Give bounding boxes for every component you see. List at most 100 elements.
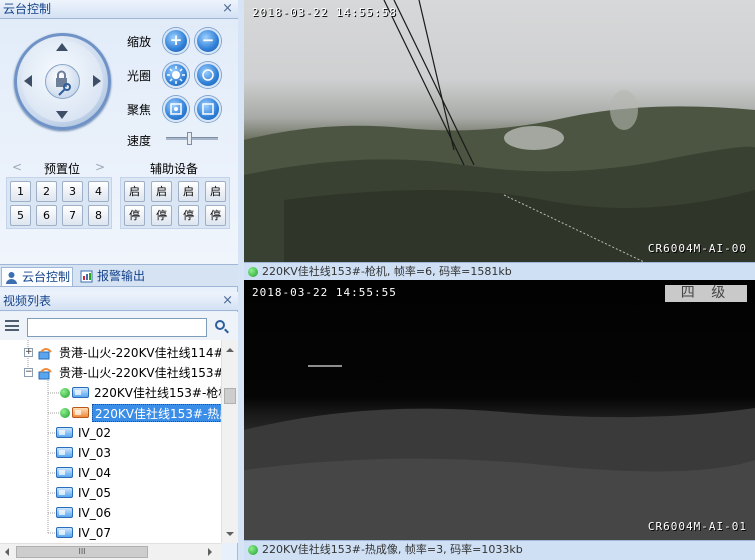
preset-button-area: 1 2 3 4 5 6 7 8 — [6, 177, 112, 229]
camera-icon — [56, 427, 73, 438]
expand-icon[interactable]: + — [24, 348, 33, 357]
preset-button-5[interactable]: 5 — [10, 205, 31, 226]
sun-small-icon — [202, 69, 214, 81]
collapse-icon[interactable]: − — [24, 368, 33, 377]
tree-camera-iv06[interactable]: IV_06 — [56, 503, 206, 523]
video-1-device-id: CR6004M-AI-00 — [647, 242, 747, 255]
camera-icon — [56, 447, 73, 458]
tree-group-label: 贵港-山火-220KV佳社线114# — [59, 346, 224, 360]
preset-button-4[interactable]: 4 — [88, 181, 109, 202]
video-1-timestamp: 2018-03-22 14:55:58 — [252, 6, 397, 19]
close-icon[interactable]: × — [222, 0, 233, 18]
zoom-out-button[interactable]: − — [195, 28, 221, 54]
search-icon[interactable] — [215, 320, 225, 330]
speed-label: 速度 — [127, 134, 152, 148]
menu-icon[interactable] — [5, 320, 19, 331]
aux-device-label: 辅助设备 — [150, 162, 199, 176]
tree-group-label: 贵港-山火-220KV佳社线153# — [59, 366, 224, 380]
tree-vertical-scrollbar[interactable] — [221, 340, 238, 543]
preset-label: 预置位 — [44, 162, 81, 176]
video-1-status-text: 220KV佳社线153#-枪机, 帧率=6, 码率=1581kb — [262, 265, 512, 278]
left-panel: 云台控制 × 缩放 + − 光圈 聚焦 速度 < 预置位 > 辅助设备 1 2 … — [0, 0, 238, 560]
camera-icon — [72, 387, 89, 398]
iris-close-button[interactable] — [195, 62, 221, 88]
tree-camera-iv04[interactable]: IV_04 — [56, 463, 206, 483]
video-feed-1 — [244, 0, 755, 262]
iris-open-button[interactable] — [163, 62, 189, 88]
scroll-up-arrow-icon[interactable] — [226, 348, 234, 352]
speed-slider-track[interactable] — [166, 137, 218, 140]
lock-key-icon[interactable] — [45, 64, 80, 99]
camera-icon — [56, 467, 73, 478]
preset-button-6[interactable]: 6 — [36, 205, 57, 226]
tree-camera-label: IV_05 — [78, 486, 112, 500]
pan-down-arrow-icon[interactable] — [56, 111, 68, 119]
tree-group-114[interactable]: + 贵港-山火-220KV佳社线114# — [24, 343, 224, 363]
search-input[interactable] — [27, 318, 207, 337]
focus-far-icon — [202, 103, 214, 115]
tree-camera-label: 220KV佳社线153#-枪机 — [94, 386, 231, 400]
speed-slider-thumb[interactable] — [187, 132, 192, 145]
ptz-panel-title: 云台控制 — [3, 2, 52, 16]
preset-next-button[interactable]: > — [95, 160, 105, 174]
tree-camera-iv02[interactable]: IV_02 — [56, 423, 206, 443]
aux-on-button-1[interactable]: 启 — [124, 181, 145, 202]
tree-horizontal-scrollbar[interactable]: III — [0, 543, 221, 560]
video-view-2[interactable]: 2018-03-22 14:55:55 四 级 CR6004M-AI-01 — [244, 280, 755, 540]
pan-left-arrow-icon[interactable] — [24, 75, 32, 87]
preset-button-1[interactable]: 1 — [10, 181, 31, 202]
tree-camera-thermal[interactable]: 220KV佳社线153#-热成 — [60, 403, 235, 423]
tab-alarm-output[interactable]: 报警输出 — [77, 267, 149, 286]
sun-large-icon — [167, 66, 185, 84]
horizontal-scroll-thumb[interactable]: III — [16, 546, 148, 558]
video-2-status-text: 220KV佳社线153#-热成像, 帧率=3, 码率=1033kb — [262, 543, 523, 556]
thermal-camera-icon — [72, 407, 89, 418]
focus-label: 聚焦 — [127, 103, 152, 117]
online-status-icon — [60, 388, 70, 398]
aux-on-button-4[interactable]: 启 — [205, 181, 226, 202]
aux-on-button-3[interactable]: 启 — [178, 181, 199, 202]
online-status-icon — [248, 545, 258, 555]
video-feed-2 — [244, 365, 755, 540]
alert-level-badge: 四 级 — [665, 285, 747, 302]
zoom-in-button[interactable]: + — [163, 28, 189, 54]
preset-prev-button[interactable]: < — [12, 160, 22, 174]
preset-button-8[interactable]: 8 — [88, 205, 109, 226]
tree-camera-label-selected: 220KV佳社线153#-热成 — [92, 404, 235, 422]
video-tree: + 贵港-山火-220KV佳社线114# − 贵港-山火-220KV佳社线153… — [0, 340, 238, 543]
aux-off-button-2[interactable]: 停 — [151, 205, 172, 226]
video-list-header: 视频列表 × — [0, 292, 238, 311]
direction-pad[interactable] — [14, 33, 111, 130]
video-view-1[interactable]: 2018-03-22 14:55:58 CR6004M-AI-00 — [244, 0, 755, 262]
scroll-right-arrow-icon[interactable] — [208, 548, 212, 556]
aux-on-button-2[interactable]: 启 — [151, 181, 172, 202]
focus-far-button[interactable] — [195, 96, 221, 122]
tree-camera-iv07[interactable]: IV_07 — [56, 523, 206, 543]
focus-near-icon — [170, 103, 182, 115]
ptz-panel-header: 云台控制 × — [0, 0, 238, 19]
preset-button-7[interactable]: 7 — [62, 205, 83, 226]
vertical-scroll-thumb[interactable] — [224, 388, 236, 404]
pan-right-arrow-icon[interactable] — [93, 75, 101, 87]
tree-camera-label: IV_03 — [78, 446, 112, 460]
aux-off-button-3[interactable]: 停 — [178, 205, 199, 226]
tree-group-153[interactable]: − 贵港-山火-220KV佳社线153# — [24, 363, 224, 383]
tree-camera-iv05[interactable]: IV_05 — [56, 483, 206, 503]
focus-near-button[interactable] — [163, 96, 189, 122]
tree-camera-iv03[interactable]: IV_03 — [56, 443, 206, 463]
tree-camera-gun[interactable]: 220KV佳社线153#-枪机 — [60, 383, 230, 403]
iris-label: 光圈 — [127, 69, 152, 83]
aux-off-button-1[interactable]: 停 — [124, 205, 145, 226]
tab-label: 报警输出 — [97, 269, 146, 283]
tab-ptz-control[interactable]: 云台控制 — [1, 267, 73, 286]
close-icon[interactable]: × — [222, 292, 233, 310]
tree-camera-label: IV_04 — [78, 466, 112, 480]
scroll-down-arrow-icon[interactable] — [226, 532, 234, 536]
preset-button-3[interactable]: 3 — [62, 181, 83, 202]
preset-button-2[interactable]: 2 — [36, 181, 57, 202]
camera-icon — [56, 527, 73, 538]
tree-camera-label: IV_07 — [78, 526, 112, 540]
pan-up-arrow-icon[interactable] — [56, 43, 68, 51]
aux-off-button-4[interactable]: 停 — [205, 205, 226, 226]
scroll-left-arrow-icon[interactable] — [5, 548, 9, 556]
